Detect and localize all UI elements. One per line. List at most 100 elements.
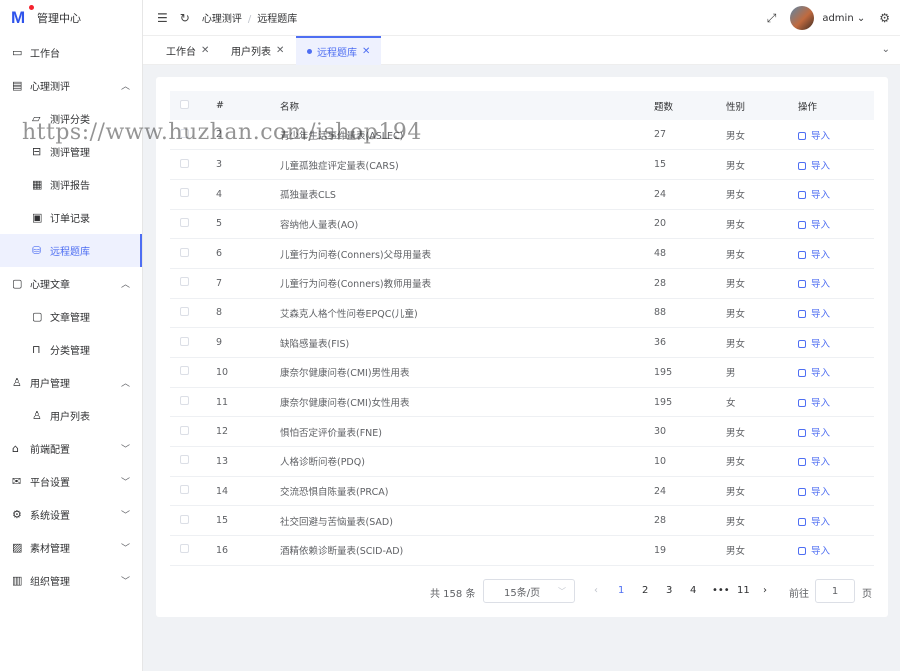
import-button[interactable]: 导入 — [798, 339, 830, 350]
import-label: 导入 — [811, 249, 831, 261]
sidebar-item[interactable]: ▱ 测评分类 — [0, 102, 142, 135]
import-label: 导入 — [811, 219, 831, 231]
row-question-count: 24 — [654, 476, 726, 507]
collapse-menu-icon[interactable]: ☰ — [157, 11, 168, 25]
row-question-count: 24 — [654, 179, 726, 210]
copy-icon — [798, 517, 806, 526]
row-checkbox[interactable] — [180, 544, 189, 554]
close-icon[interactable]: ✕ — [362, 46, 370, 57]
select-all-checkbox[interactable] — [180, 99, 189, 109]
row-question-count: 88 — [654, 298, 726, 329]
row-checkbox[interactable] — [180, 396, 189, 406]
page-ellipsis[interactable]: ••• — [712, 585, 730, 596]
sidebar-item[interactable]: ⌂ 前端配置 ﹀ — [0, 432, 142, 465]
page-2[interactable]: 2 — [642, 585, 648, 596]
top-header: ☰ ↻ 心理测评 / 远程题库 ⤢ admin ⌄ ⚙ — [143, 0, 900, 36]
sidebar-item-label: 用户列表 — [50, 412, 90, 423]
import-button[interactable]: 导入 — [798, 487, 830, 498]
sidebar-item[interactable]: ♙ 用户管理 ︿ — [0, 366, 142, 399]
row-checkbox[interactable] — [180, 425, 189, 435]
import-button[interactable]: 导入 — [798, 279, 830, 290]
sidebar: M 管理中心 ▭ 工作台 ▤ 心理测评 ︿ ▱ 测评分类 ⊟ 测评管理 ▦ 测评报告 ▣ 订单记录 ⛁ 远程… — [0, 0, 143, 671]
sidebar-item[interactable]: ⚙ 系统设置 ﹀ — [0, 498, 142, 531]
row-checkbox[interactable] — [180, 455, 189, 465]
sidebar-item[interactable]: ▢ 心理文章 ︿ — [0, 267, 142, 300]
column-header: 题数 — [654, 91, 726, 120]
sidebar-item[interactable]: ▥ 组织管理 ﹀ — [0, 564, 142, 597]
sidebar-item[interactable]: ▦ 测评报告 — [0, 168, 142, 201]
sidebar-item-label: 测评报告 — [50, 181, 90, 192]
page-11[interactable]: 11 — [737, 585, 750, 596]
import-label: 导入 — [811, 279, 831, 291]
row-index: 11 — [216, 387, 280, 418]
sidebar-item[interactable]: ⛁ 远程题库 — [0, 234, 142, 267]
copy-icon — [798, 458, 806, 467]
import-button[interactable]: 导入 — [798, 131, 830, 142]
row-question-count: 30 — [654, 416, 726, 448]
sidebar-item[interactable]: ♙ 用户列表 — [0, 399, 142, 432]
prev-page-icon[interactable]: ‹ — [594, 585, 598, 596]
tabs-dropdown-icon[interactable]: ⌄ — [882, 44, 890, 55]
sidebar-item[interactable]: ✉ 平台设置 ﹀ — [0, 465, 142, 498]
copy-icon — [798, 191, 806, 200]
refresh-icon[interactable]: ↻ — [180, 11, 190, 25]
import-button[interactable]: 导入 — [798, 517, 830, 528]
row-checkbox[interactable] — [180, 158, 189, 168]
sidebar-item[interactable]: ▢ 文章管理 — [0, 300, 142, 333]
row-checkbox[interactable] — [180, 306, 189, 316]
tab-workbench[interactable]: 工作台 ✕ — [166, 36, 209, 65]
chevron-down-icon: ﹀ — [120, 478, 130, 488]
row-question-count: 36 — [654, 327, 726, 358]
next-page-icon[interactable]: › — [763, 585, 767, 596]
import-button[interactable]: 导入 — [798, 546, 830, 557]
breadcrumb-item[interactable]: 心理测评 — [202, 14, 242, 25]
sidebar-item[interactable]: ⊓ 分类管理 — [0, 333, 142, 366]
row-name: 青少年生活事件量表(ASLEC) — [280, 120, 654, 151]
row-checkbox[interactable] — [180, 485, 189, 495]
import-button[interactable]: 导入 — [798, 250, 830, 261]
table-row: 8 艾森克人格个性问卷EPQC(儿童) 88 男女 导入 — [170, 298, 874, 329]
row-checkbox[interactable] — [180, 188, 189, 198]
fullscreen-icon[interactable]: ⤢ — [767, 11, 777, 26]
row-gender: 男女 — [726, 209, 798, 240]
page-size-select[interactable]: 15条/页 ﹀ — [483, 579, 575, 603]
row-name: 孤独量表CLS — [280, 179, 654, 210]
import-button[interactable]: 导入 — [798, 190, 830, 201]
import-button[interactable]: 导入 — [798, 309, 830, 320]
sidebar-item[interactable]: ▣ 订单记录 — [0, 201, 142, 234]
goto-page-input[interactable]: 1 — [815, 579, 855, 603]
import-button[interactable]: 导入 — [798, 220, 830, 231]
close-icon[interactable]: ✕ — [201, 45, 209, 56]
row-checkbox[interactable] — [180, 128, 189, 138]
tab-user-list[interactable]: 用户列表 ✕ — [231, 36, 284, 65]
row-checkbox[interactable] — [180, 336, 189, 346]
page-4[interactable]: 4 — [690, 585, 696, 596]
import-button[interactable]: 导入 — [798, 457, 830, 468]
sidebar-item[interactable]: ▭ 工作台 — [0, 36, 142, 69]
row-checkbox[interactable] — [180, 366, 189, 376]
settings-gear-icon[interactable]: ⚙ — [879, 11, 890, 25]
page-3[interactable]: 3 — [666, 585, 672, 596]
import-button[interactable]: 导入 — [798, 368, 830, 379]
import-button[interactable]: 导入 — [798, 398, 830, 409]
row-checkbox[interactable] — [180, 514, 189, 524]
row-checkbox[interactable] — [180, 247, 189, 257]
row-checkbox[interactable] — [180, 217, 189, 227]
import-button[interactable]: 导入 — [798, 161, 830, 172]
row-gender: 男女 — [726, 327, 798, 358]
row-gender: 男女 — [726, 268, 798, 299]
logo[interactable]: M 管理中心 — [0, 0, 142, 36]
sidebar-item[interactable]: ⊟ 测评管理 — [0, 135, 142, 168]
close-icon[interactable]: ✕ — [276, 45, 284, 56]
sidebar-item[interactable]: ▨ 素材管理 ﹀ — [0, 531, 142, 564]
import-button[interactable]: 导入 — [798, 428, 830, 439]
table-row: 11 康奈尔健康问卷(CMI)女性用表 195 女 导入 — [170, 387, 874, 418]
chevron-down-icon: ﹀ — [120, 511, 130, 521]
username-dropdown[interactable]: admin ⌄ — [822, 13, 865, 24]
page-1[interactable]: 1 — [618, 585, 624, 596]
tab-remote-bank[interactable]: 远程题库 ✕ — [296, 36, 382, 65]
row-checkbox[interactable] — [180, 277, 189, 287]
copy-icon — [798, 488, 806, 497]
avatar[interactable] — [790, 6, 815, 30]
sidebar-item[interactable]: ▤ 心理测评 ︿ — [0, 69, 142, 102]
